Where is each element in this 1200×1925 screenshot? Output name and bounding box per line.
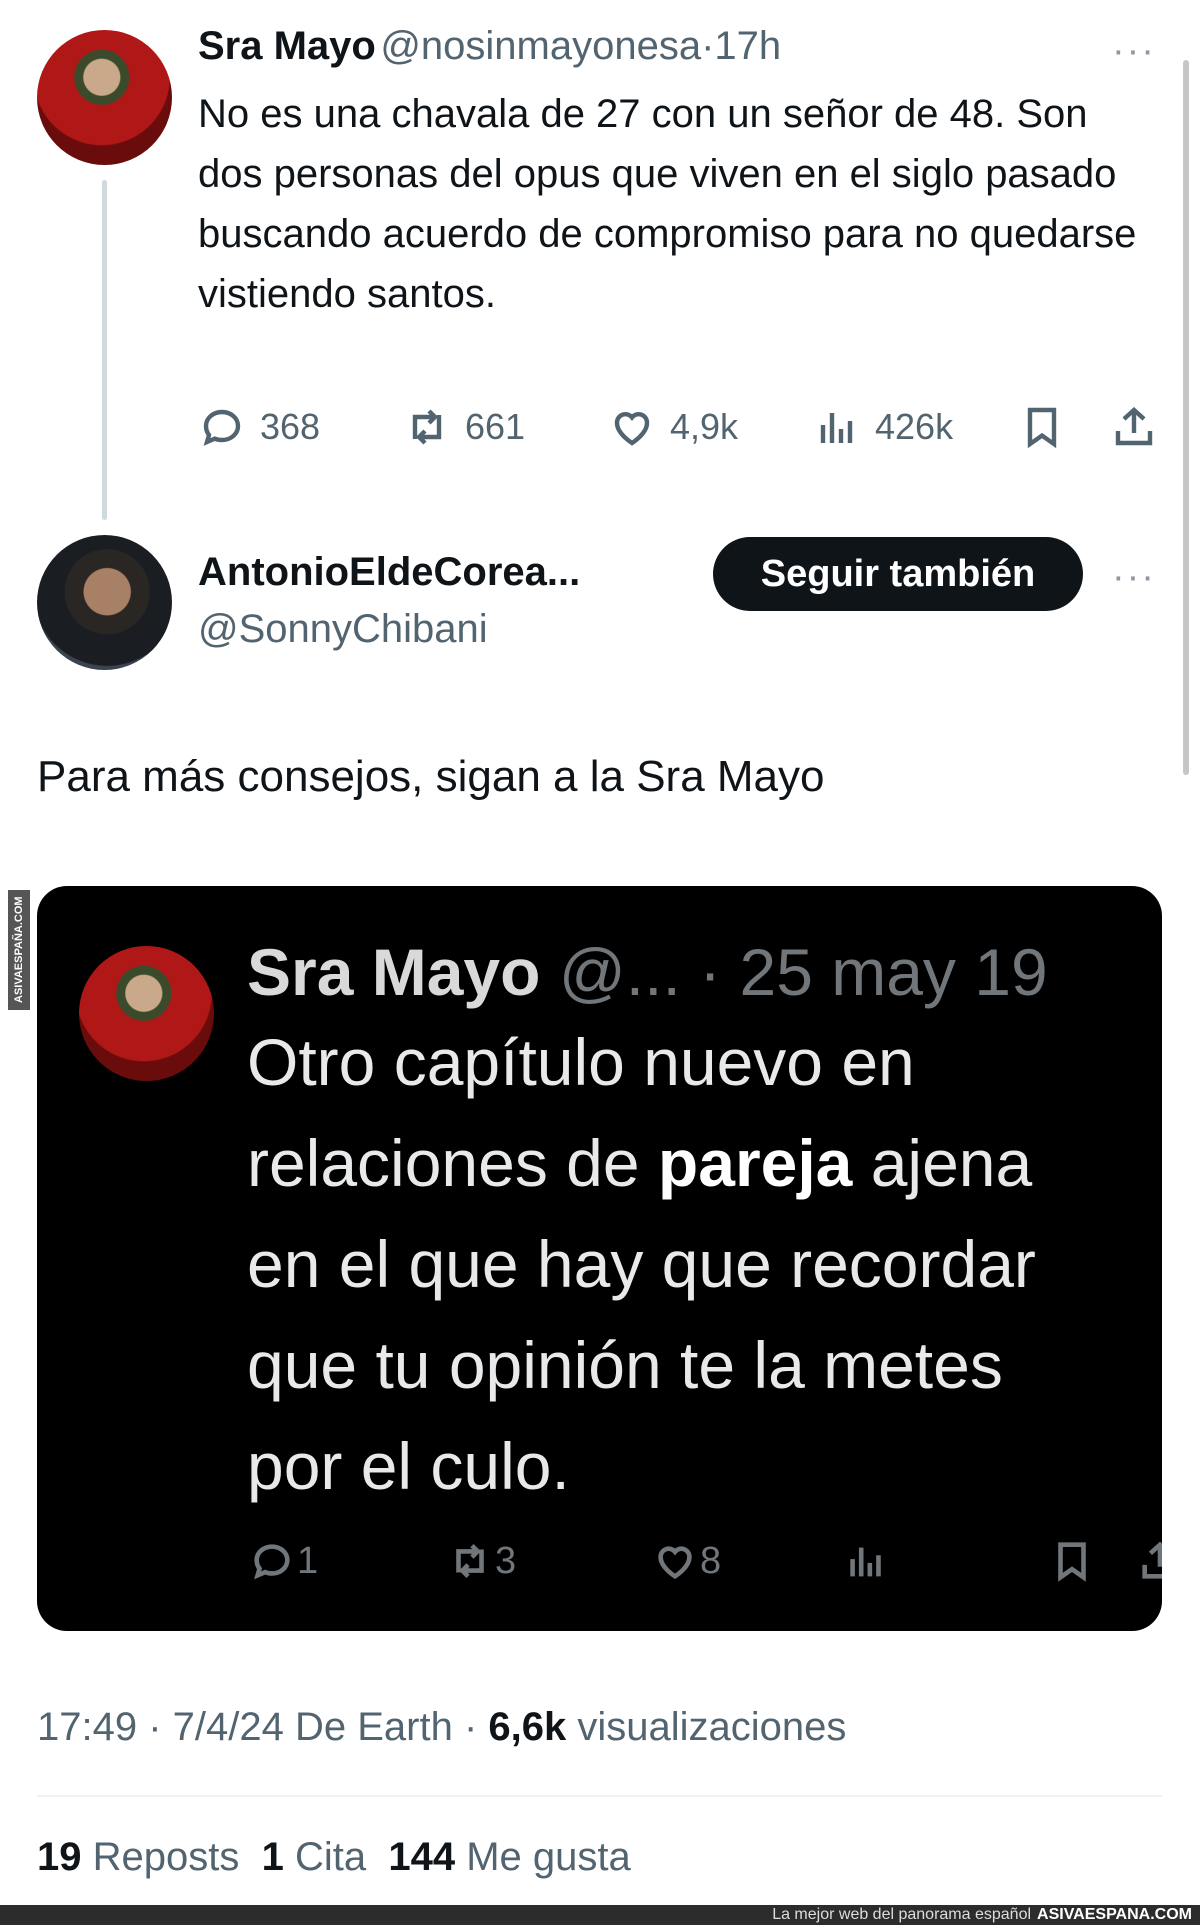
- likes-label: Me gusta: [466, 1835, 631, 1879]
- author-handle[interactable]: @SonnyChibani: [198, 607, 488, 652]
- footer-tagline: La mejor web del panorama español: [772, 1906, 1032, 1923]
- quoted-image[interactable]: Sra Mayo @... · 25 may 19 Otro capítulo …: [37, 886, 1162, 1631]
- quoted-line: Otro capítulo nuevo en: [247, 1025, 915, 1099]
- author-name[interactable]: AntonioEldeCorea...: [198, 550, 580, 595]
- quoted-line: relaciones de pareja ajena: [247, 1113, 1162, 1214]
- tweet-date[interactable]: 7/4/24: [173, 1705, 284, 1749]
- follow-button[interactable]: Seguir también: [713, 537, 1083, 611]
- more-options-icon[interactable]: ···: [1112, 556, 1156, 599]
- tweet-text: No es una chavala de 27 con un señor de …: [198, 92, 1137, 316]
- quoted-line: que tu opinión te la metes: [247, 1328, 1003, 1402]
- like-button[interactable]: 4,9k: [608, 403, 738, 451]
- separator: ·: [701, 24, 715, 68]
- more-options-icon[interactable]: ···: [1112, 30, 1156, 73]
- views-count: 426k: [875, 406, 954, 447]
- quoted-line: por el culo.: [247, 1429, 570, 1503]
- footer-site: ASIVAESPANA.COM: [1037, 1906, 1192, 1923]
- like-count: 8: [700, 1539, 722, 1582]
- heart-icon: [658, 1546, 692, 1580]
- reply-text: Para más consejos, sigan a la Sra Mayo: [37, 752, 825, 801]
- quoted-like: 8: [652, 1538, 721, 1584]
- repost-icon: [412, 409, 442, 445]
- quoted-views: [843, 1538, 891, 1584]
- tweet-meta: 17:49 · 7/4/24 De Earth · 6,6k visualiza…: [37, 1705, 847, 1749]
- likes-count: 144: [388, 1835, 456, 1879]
- scrollbar[interactable]: [1183, 60, 1189, 775]
- heart-icon: [614, 412, 650, 446]
- author-handle: @...: [558, 935, 681, 1009]
- quoted-bookmark: [1049, 1538, 1097, 1584]
- repost-count: 661: [465, 406, 526, 447]
- reposts-label: Reposts: [92, 1835, 240, 1879]
- views-count: 6,6k: [488, 1705, 567, 1749]
- quoted-text: Otro capítulo nuevo en relaciones de par…: [247, 1012, 1162, 1517]
- reply-count: 1: [297, 1539, 319, 1582]
- reply-icon: [203, 409, 241, 446]
- quoted-repost: 3: [447, 1538, 516, 1584]
- author-name: Sra Mayo: [247, 935, 541, 1009]
- reposts-stat[interactable]: 19 Reposts: [37, 1835, 239, 1879]
- views-button[interactable]: 426k: [813, 403, 953, 451]
- divider: [37, 1795, 1162, 1797]
- avatar: [79, 946, 214, 1081]
- quotes-count: 1: [261, 1835, 284, 1879]
- share-icon: [1115, 407, 1153, 446]
- footer-watermark: La mejor web del panorama español ASIVAES…: [0, 1905, 1200, 1925]
- quoted-share: [1137, 1538, 1162, 1584]
- side-watermark: ASIVAESPAÑA.COM: [8, 890, 30, 1010]
- reply-button[interactable]: 368: [198, 403, 320, 451]
- reposts-count: 19: [37, 1835, 82, 1879]
- tweet-time[interactable]: 17h: [714, 24, 781, 68]
- quoted-line-part: relaciones de: [247, 1126, 658, 1200]
- repost-button[interactable]: 661: [403, 403, 525, 451]
- quoted-line: en el que hay que recordar: [247, 1227, 1036, 1301]
- bookmark-icon: [1058, 1542, 1086, 1582]
- reply-icon: [254, 1544, 290, 1580]
- tweet-source: De Earth: [295, 1705, 453, 1749]
- quotes-label: Cita: [294, 1835, 367, 1879]
- repost-icon: [456, 1544, 484, 1578]
- quoted-line-part: ajena: [852, 1126, 1033, 1200]
- tweet-time[interactable]: 17:49: [37, 1705, 137, 1749]
- thread-line: [102, 180, 107, 520]
- share-icon: [1142, 1541, 1162, 1579]
- views-icon: [850, 1547, 881, 1577]
- views-label: visualizaciones: [577, 1705, 847, 1749]
- author-handle[interactable]: @nosinmayonesa: [380, 24, 701, 68]
- tweet-header: Sra Mayo @nosinmayonesa·17h: [198, 24, 781, 69]
- bookmark-icon: [1027, 407, 1057, 449]
- engagement-stats: 19 Reposts 1 Cita 144 Me gusta: [37, 1835, 631, 1880]
- like-count: 4,9k: [670, 406, 739, 447]
- quotes-stat[interactable]: 1 Cita: [262, 1835, 367, 1879]
- quoted-bold-word: pareja: [657, 1126, 853, 1200]
- reply-count: 368: [260, 406, 321, 447]
- quoted-header: Sra Mayo @... · 25 may 19: [247, 934, 1048, 1010]
- quoted-date: · 25 may 19: [699, 935, 1048, 1009]
- likes-stat[interactable]: 144 Me gusta: [388, 1835, 630, 1879]
- views-icon: [820, 413, 853, 443]
- share-button[interactable]: [1110, 403, 1158, 451]
- author-name[interactable]: Sra Mayo: [198, 24, 376, 68]
- quoted-reply: 1: [249, 1538, 318, 1584]
- avatar[interactable]: [37, 535, 172, 670]
- repost-count: 3: [495, 1539, 517, 1582]
- bookmark-button[interactable]: [1018, 403, 1066, 451]
- avatar[interactable]: [37, 30, 172, 165]
